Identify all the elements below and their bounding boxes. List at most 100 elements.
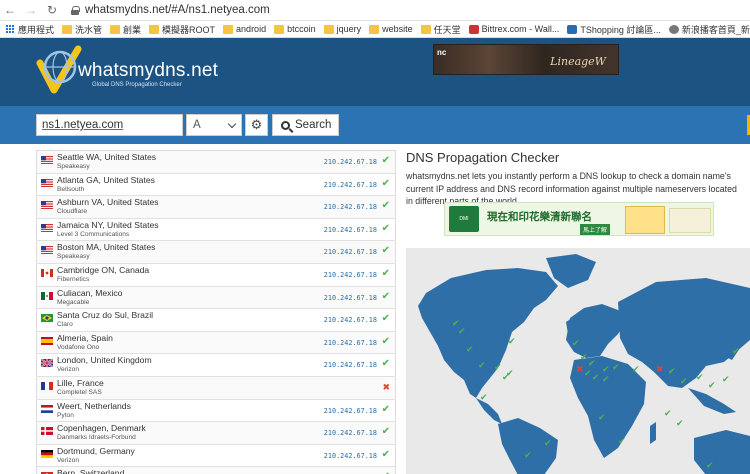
ad-banner-secondary[interactable]: DMI 現在和印花樂清新聯名 馬上了解: [444, 202, 714, 236]
site-favicon-icon: [567, 24, 578, 34]
result-row[interactable]: Lille, France Completel SAS ✖: [37, 376, 395, 400]
bookmark-item[interactable]: 模擬器ROOT: [146, 23, 220, 36]
map-check-icon: ✔: [544, 438, 552, 448]
ad2-product-image: [625, 206, 665, 234]
map-check-icon: ✔: [478, 360, 486, 370]
bookmark-item[interactable]: android: [220, 24, 271, 34]
ad-banner[interactable]: nc LineageW: [433, 44, 619, 75]
ad-title: LineageW: [550, 55, 606, 68]
record-type-select[interactable]: A: [186, 114, 242, 136]
result-row[interactable]: Boston MA, United States Speakeasy 210.242…: [37, 241, 395, 264]
map-check-icon: ✔: [708, 380, 716, 390]
result-row[interactable]: Culiacan, Mexico Megacable 210.242.67.18 ✔: [37, 286, 395, 310]
url-field[interactable]: whatsmydns.net/#A/ns1.netyea.com: [71, 4, 270, 16]
flag-es-icon: [41, 336, 53, 345]
map-europe: [566, 304, 626, 358]
map-check-icon: ✔: [612, 362, 620, 372]
ad2-logo: DMI: [449, 206, 479, 232]
settings-button[interactable]: ⚙: [245, 114, 268, 136]
result-row[interactable]: Dortmund, Germany Verizon 210.242.67.18 ✔: [37, 444, 395, 468]
result-location: Cambridge ON, Canada: [57, 264, 150, 275]
map-check-icon: ✔: [680, 376, 688, 386]
flag-mx-icon: [41, 291, 53, 300]
info-title: DNS Propagation Checker: [406, 150, 560, 165]
map-check-icon: ✔: [676, 418, 684, 428]
result-provider: Fibernetics: [57, 275, 90, 283]
map-australia: [694, 430, 750, 474]
search-button[interactable]: Search: [272, 114, 340, 136]
map-madagascar: [650, 422, 656, 444]
map-check-icon: ✔: [480, 392, 488, 402]
result-ip: 210.242.67.18: [323, 406, 377, 415]
bookmark-item[interactable]: Bittrex.com - Wall...: [466, 24, 565, 34]
result-provider: Pyton: [57, 411, 74, 419]
result-provider: Vodafone Ono: [57, 343, 100, 351]
result-ip: 210.242.67.18: [323, 158, 377, 166]
results-list: Seattle WA, United States Speakeasy 210.24…: [36, 150, 396, 474]
map-check-icon: ✔: [584, 368, 592, 378]
result-location: London, United Kingdom: [57, 355, 152, 366]
bookmark-item[interactable]: 任天堂: [418, 23, 466, 36]
bookmark-label: jquery: [336, 24, 362, 34]
flag-us-icon: [41, 155, 53, 164]
check-icon: ✔: [381, 245, 390, 257]
bookmark-item[interactable]: 洗水管: [59, 23, 107, 36]
check-icon: ✔: [381, 448, 390, 460]
result-row[interactable]: Jamaica NY, United States Level 3 Communi…: [37, 218, 395, 242]
cross-icon: ✖: [382, 381, 390, 392]
flag-nl-icon: [41, 404, 53, 413]
logo-title[interactable]: whatsmydns.net: [78, 60, 218, 82]
check-icon: ✔: [381, 155, 390, 166]
map-check-icon: ✔: [602, 364, 610, 374]
result-ip: 210.242.67.18: [323, 203, 377, 212]
map-check-icon: ✔: [466, 344, 474, 354]
result-location: Boston MA, United States: [57, 242, 156, 253]
map-check-icon: ✔: [572, 338, 580, 348]
folder-icon: [110, 24, 121, 34]
map-north-america: [418, 268, 558, 398]
result-provider: Completel SAS: [57, 388, 102, 396]
forward-arrow-icon[interactable]: →: [25, 4, 37, 16]
bookmark-item[interactable]: 創業: [107, 23, 146, 36]
map-check-icon: ✔: [494, 362, 502, 372]
bookmark-item[interactable]: TShopping 討論區...: [564, 23, 666, 36]
bookmark-item[interactable]: 新浪播客首頁_新浪同: [666, 23, 750, 36]
result-row[interactable]: Ashburn VA, United States Cloudflare 210.2…: [37, 196, 395, 219]
info-panel: DNS Propagation Checker whatsmydns.net l…: [406, 150, 750, 474]
chevron-down-icon: [227, 119, 237, 128]
result-location: Culiacan, Mexico: [57, 287, 123, 298]
result-row[interactable]: London, United Kingdom Verizon 210.242.67.…: [37, 354, 395, 377]
map-check-icon: ✔: [706, 460, 714, 470]
result-row[interactable]: Weert, Netherlands Pyton 210.242.67.18 ✔: [37, 399, 395, 423]
domain-input[interactable]: ns1.netyea.com: [36, 114, 183, 136]
result-row[interactable]: Santa Cruz do Sul, Brazil Claro 210.242.67…: [37, 309, 395, 332]
flag-us-icon: [41, 200, 53, 210]
bookmark-item[interactable]: website: [366, 24, 418, 34]
flag-ca-icon: [41, 268, 53, 277]
map-check-icon: ✔: [458, 326, 466, 336]
result-ip: 210.242.67.18: [323, 180, 377, 189]
back-arrow-icon[interactable]: ←: [4, 4, 16, 16]
result-provider: Megacable: [57, 298, 90, 306]
bookmark-apps[interactable]: 應用程式: [2, 23, 59, 36]
folder-icon: [62, 24, 73, 34]
result-row[interactable]: Atlanta GA, United States Bellsouth 210.24…: [37, 173, 395, 197]
result-row[interactable]: Cambridge ON, Canada Fibernetics 210.242.6…: [37, 263, 395, 287]
map-check-icon: ✔: [592, 372, 600, 382]
bookmark-item[interactable]: btccoin: [271, 24, 321, 34]
result-row[interactable]: Copenhagen, Denmark Danmarks Idraets-Forb…: [37, 422, 395, 445]
bookmark-label: website: [382, 24, 413, 34]
result-ip: 210.242.67.18: [323, 361, 377, 370]
result-row[interactable]: Bern, Switzerland✔: [37, 467, 395, 474]
map-check-icon: ✔: [618, 436, 626, 446]
result-location: Lille, France: [57, 377, 104, 388]
result-row[interactable]: Seattle WA, United States Speakeasy 210.24…: [37, 151, 395, 174]
map-check-icon: ✔: [664, 408, 672, 418]
bookmark-item[interactable]: jquery: [321, 24, 367, 34]
browser-address-bar: ← → ↻ whatsmydns.net/#A/ns1.netyea.com: [0, 0, 750, 21]
result-row[interactable]: Almeria, Spain Vodafone Ono 210.242.67.18 ✔: [37, 331, 395, 355]
reload-icon[interactable]: ↻: [46, 4, 58, 16]
ad2-cta[interactable]: 馬上了解: [580, 224, 611, 235]
result-ip: 210.242.67.18: [323, 429, 377, 438]
check-icon: ✔: [381, 403, 390, 415]
